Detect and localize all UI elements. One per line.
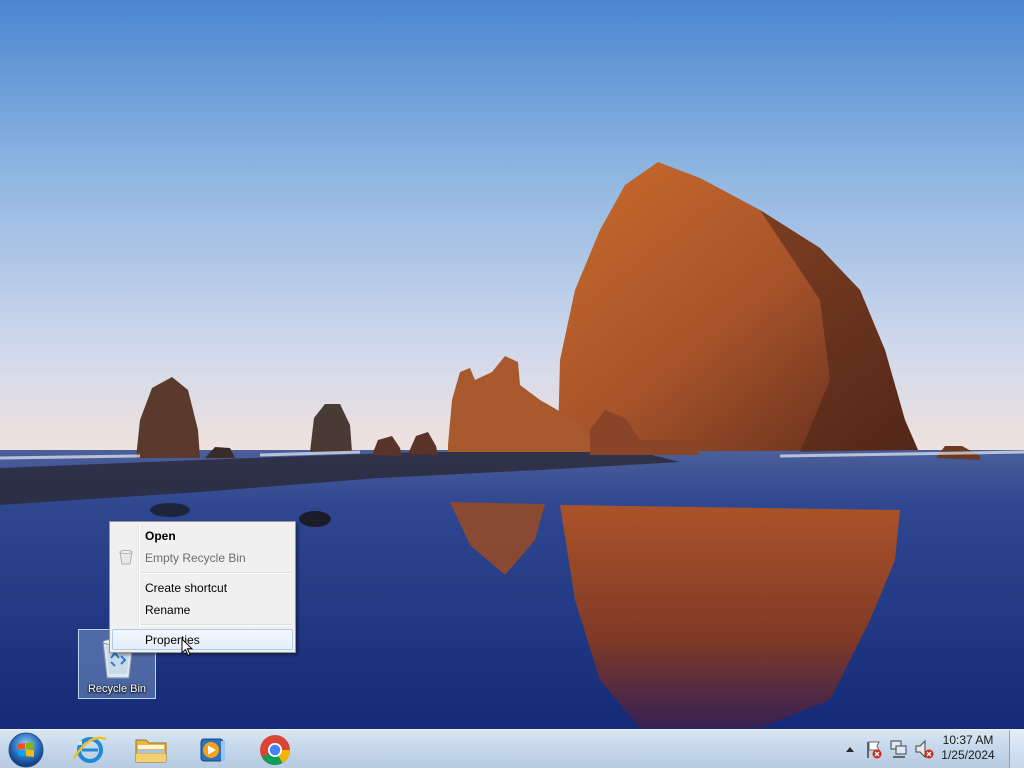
taskbar-media-player[interactable] — [184, 731, 240, 768]
menu-item-create-shortcut-label: Create shortcut — [145, 581, 228, 595]
menu-item-empty-recycle-bin-label: Empty Recycle Bin — [145, 551, 246, 565]
taskbar-internet-explorer[interactable] — [62, 731, 118, 768]
network-icon — [890, 740, 907, 758]
menu-item-properties[interactable]: Properties — [112, 629, 293, 650]
taskbar: 10:37 AM 1/25/2024 — [0, 729, 1024, 768]
show-desktop-button[interactable] — [1009, 730, 1024, 768]
menu-item-open-label: Open — [145, 529, 176, 543]
file-explorer-icon — [135, 739, 167, 763]
media-player-icon — [200, 738, 225, 762]
clock-date: 1/25/2024 — [941, 748, 995, 762]
tray-volume[interactable] — [913, 730, 935, 768]
menu-item-empty-recycle-bin[interactable]: Empty Recycle Bin — [112, 547, 293, 568]
show-hidden-icons-button[interactable] — [843, 730, 857, 768]
tray-action-center[interactable] — [864, 730, 884, 768]
menu-separator — [141, 572, 292, 574]
taskbar-windows-explorer[interactable] — [123, 731, 179, 768]
tray-network[interactable] — [889, 730, 909, 768]
action-center-flag-icon — [867, 741, 882, 759]
menu-item-open[interactable]: Open — [112, 525, 293, 546]
volume-muted-icon — [915, 739, 934, 759]
taskbar-chrome[interactable] — [247, 731, 303, 768]
clock-time: 10:37 AM — [942, 733, 994, 747]
desktop[interactable]: Recycle Bin Open Empty Recycle Bin Creat… — [0, 0, 1024, 729]
recycle-bin-small-icon — [119, 550, 133, 565]
recycle-bin-label: Recycle Bin — [87, 683, 147, 695]
start-button[interactable] — [5, 731, 47, 768]
menu-item-rename-label: Rename — [145, 603, 191, 617]
menu-item-create-shortcut[interactable]: Create shortcut — [112, 577, 293, 598]
internet-explorer-icon — [72, 736, 107, 763]
menu-item-rename[interactable]: Rename — [112, 599, 293, 620]
system-clock[interactable]: 10:37 AM 1/25/2024 — [937, 733, 999, 763]
windows-start-orb-icon — [8, 732, 44, 768]
context-menu: Open Empty Recycle Bin Create shortcut R… — [109, 521, 296, 653]
menu-separator — [141, 624, 292, 626]
show-hidden-icons-icon — [846, 747, 854, 752]
chrome-icon — [260, 735, 290, 766]
mouse-cursor-icon — [181, 638, 193, 657]
